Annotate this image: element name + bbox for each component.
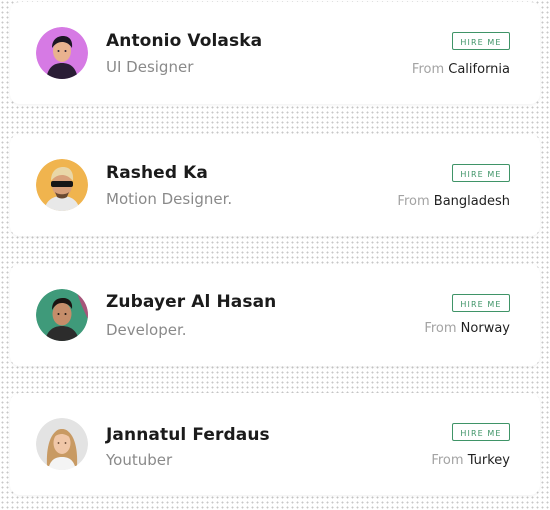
location-value: California: [448, 62, 510, 77]
profile-card: Jannatul Ferdaus Youtuber HIRE ME From T…: [10, 393, 540, 495]
from-label: From: [411, 62, 445, 77]
hire-me-button[interactable]: HIRE ME: [452, 294, 510, 312]
person-name: Jannatul Ferdaus: [106, 425, 270, 445]
from-label: From: [424, 321, 457, 336]
hire-me-button[interactable]: HIRE ME: [452, 164, 510, 182]
person-name: Rashed Ka: [106, 163, 208, 183]
hire-me-button[interactable]: HIRE ME: [452, 32, 510, 50]
location-line: From Bangladesh: [397, 194, 510, 209]
location-line: From Turkey: [431, 453, 510, 468]
avatar-portrait-icon: [36, 27, 88, 79]
avatar: [36, 27, 88, 79]
avatar: [36, 418, 88, 470]
from-label: From: [431, 453, 464, 468]
profile-card: Rashed Ka Motion Designer. HIRE ME From …: [10, 134, 540, 236]
person-role: Youtuber: [106, 451, 173, 469]
person-role: Developer.: [106, 321, 187, 339]
location-value: Bangladesh: [433, 194, 510, 209]
avatar-portrait-icon: [36, 289, 88, 341]
location-line: From California: [412, 62, 510, 77]
avatar: [36, 159, 88, 211]
profile-card: Zubayer Al Hasan Developer. HIRE ME From…: [10, 264, 540, 366]
person-role: Motion Designer.: [106, 190, 233, 208]
person-name: Antonio Volaska: [106, 31, 263, 51]
person-name: Zubayer Al Hasan: [106, 292, 277, 312]
location-value: Norway: [460, 321, 510, 336]
location-value: Turkey: [467, 453, 510, 468]
avatar-portrait-icon: [36, 159, 88, 211]
avatar: [36, 289, 88, 341]
from-label: From: [397, 194, 430, 209]
hire-me-button[interactable]: HIRE ME: [452, 423, 510, 441]
location-line: From Norway: [424, 321, 510, 336]
person-role: UI Designer: [106, 58, 194, 76]
profile-card: Antonio Volaska UI Designer HIRE ME From…: [10, 2, 540, 104]
avatar-portrait-icon: [36, 418, 88, 470]
